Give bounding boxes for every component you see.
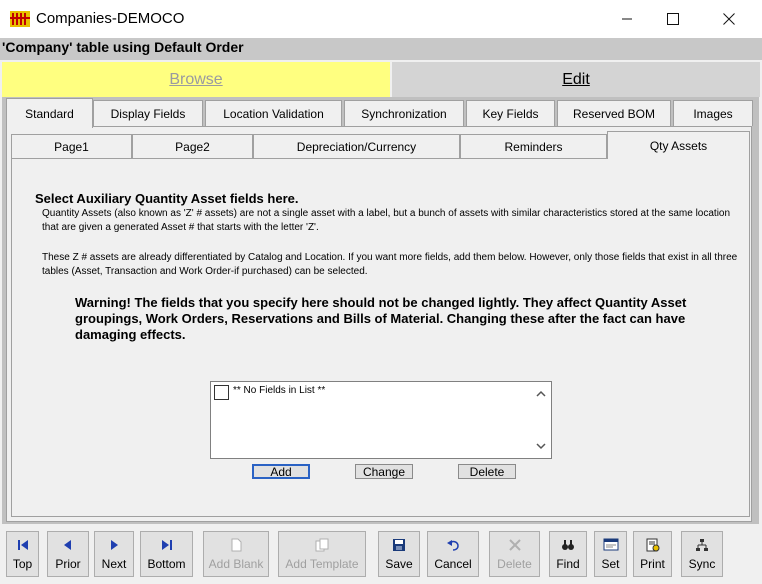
add-blank-button[interactable]: Add Blank bbox=[203, 531, 269, 577]
set-label: Set bbox=[601, 557, 620, 571]
bottom-button[interactable]: Bottom bbox=[140, 531, 193, 577]
prior-button[interactable]: Prior bbox=[47, 531, 89, 577]
delete-x-icon bbox=[508, 539, 521, 551]
table-order-header: 'Company' table using Default Order bbox=[0, 38, 762, 60]
bottom-label: Bottom bbox=[147, 557, 186, 571]
warning-text: Warning! The fields that you specify her… bbox=[75, 295, 687, 342]
scroll-up-icon[interactable] bbox=[535, 388, 547, 400]
top-label: Top bbox=[12, 557, 33, 571]
floppy-disk-icon bbox=[393, 539, 405, 551]
find-button[interactable]: Find bbox=[549, 531, 587, 577]
print-preview-icon bbox=[646, 538, 659, 552]
template-icon bbox=[315, 538, 329, 552]
tab-page2[interactable]: Page2 bbox=[132, 134, 253, 159]
tab-page1[interactable]: Page1 bbox=[11, 134, 132, 159]
window-title: Companies-DEMOCO bbox=[36, 10, 185, 27]
tab-key-fields[interactable]: Key Fields bbox=[466, 100, 555, 126]
next-label: Next bbox=[101, 557, 127, 571]
close-icon bbox=[723, 13, 735, 25]
description-z-assets: These Z # assets are already differentia… bbox=[42, 252, 738, 277]
delete-field-button[interactable]: Delete bbox=[458, 464, 516, 479]
tab-images[interactable]: Images bbox=[673, 100, 753, 126]
scroll-down-icon[interactable] bbox=[535, 440, 547, 452]
sync-button[interactable]: Sync bbox=[681, 531, 723, 577]
close-button[interactable] bbox=[706, 0, 752, 38]
prior-label: Prior bbox=[55, 557, 81, 571]
network-sync-icon bbox=[696, 539, 708, 551]
minimize-icon bbox=[622, 18, 632, 20]
cancel-button[interactable]: Cancel bbox=[427, 531, 479, 577]
print-button[interactable]: Print bbox=[633, 531, 672, 577]
last-record-icon bbox=[161, 540, 172, 550]
list-item-checkbox[interactable] bbox=[214, 385, 229, 400]
section-title: Select Auxiliary Quantity Asset fields h… bbox=[35, 191, 299, 206]
delete-label: Delete bbox=[497, 557, 532, 571]
first-record-icon bbox=[17, 540, 28, 550]
set-button[interactable]: Set bbox=[594, 531, 627, 577]
prior-record-icon bbox=[64, 540, 71, 550]
add-blank-label: Add Blank bbox=[208, 557, 264, 571]
add-field-button[interactable]: Add bbox=[252, 464, 310, 479]
add-template-label: Add Template bbox=[285, 557, 359, 571]
tab-synchronization[interactable]: Synchronization bbox=[344, 100, 464, 126]
maximize-button[interactable] bbox=[650, 0, 696, 38]
next-button[interactable]: Next bbox=[94, 531, 134, 577]
print-label: Print bbox=[640, 557, 665, 571]
save-button[interactable]: Save bbox=[378, 531, 420, 577]
tab-reserved-bom[interactable]: Reserved BOM bbox=[557, 100, 671, 126]
cancel-label: Cancel bbox=[434, 557, 472, 571]
save-label: Save bbox=[385, 557, 413, 571]
tab-reminders[interactable]: Reminders bbox=[460, 134, 607, 159]
blank-page-icon bbox=[231, 538, 242, 552]
tab-location-validation[interactable]: Location Validation bbox=[205, 100, 342, 126]
browse-mode-button[interactable]: Browse bbox=[2, 62, 390, 97]
tab-standard[interactable]: Standard bbox=[6, 98, 93, 128]
find-label: Find bbox=[556, 557, 580, 571]
undo-icon bbox=[447, 540, 459, 551]
minimize-button[interactable] bbox=[604, 0, 650, 38]
set-dialog-icon bbox=[603, 538, 618, 551]
sync-label: Sync bbox=[688, 557, 716, 571]
list-empty-text: ** No Fields in List ** bbox=[233, 385, 326, 396]
top-button[interactable]: Top bbox=[6, 531, 39, 577]
binoculars-icon bbox=[562, 540, 574, 550]
tab-qty-assets[interactable]: Qty Assets bbox=[607, 131, 750, 159]
title-bar: Companies-DEMOCO bbox=[0, 0, 762, 38]
add-template-button[interactable]: Add Template bbox=[278, 531, 366, 577]
description-quantity-assets: Quantity Assets (also known as 'Z' # ass… bbox=[42, 208, 731, 233]
app-logo-icon bbox=[10, 11, 30, 27]
maximize-icon bbox=[667, 13, 679, 25]
change-field-button[interactable]: Change bbox=[355, 464, 413, 479]
tab-depreciation-currency[interactable]: Depreciation/Currency bbox=[253, 134, 460, 159]
fields-listbox[interactable]: ** No Fields in List ** bbox=[210, 381, 552, 459]
edit-mode-button[interactable]: Edit bbox=[392, 62, 760, 97]
header-title: 'Company' table using Default Order bbox=[2, 39, 244, 55]
next-record-icon bbox=[111, 540, 118, 550]
delete-button[interactable]: Delete bbox=[489, 531, 540, 577]
tab-display-fields[interactable]: Display Fields bbox=[93, 100, 203, 126]
